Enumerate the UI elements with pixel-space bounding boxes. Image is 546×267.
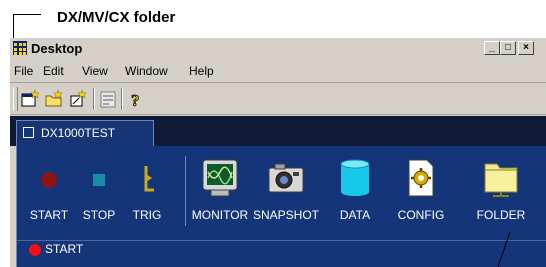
title-bar[interactable]: Desktop _ □ × bbox=[10, 38, 546, 59]
status-text: START bbox=[45, 242, 84, 256]
snapshot-label: SNAPSHOT bbox=[253, 208, 320, 222]
menu-bar: File Edit View Window Help bbox=[10, 60, 546, 83]
window-title: Desktop bbox=[31, 41, 83, 56]
panel-divider bbox=[17, 240, 546, 241]
menu-help[interactable]: Help bbox=[189, 64, 214, 78]
folder-label: FOLDER bbox=[476, 208, 526, 222]
tab-strip: DX1000TEST bbox=[10, 116, 546, 146]
folder-callout-leader bbox=[497, 232, 511, 267]
stop-icon bbox=[79, 156, 119, 200]
trig-button[interactable]: TRIG bbox=[127, 156, 167, 236]
camera-icon bbox=[263, 156, 309, 200]
config-icon bbox=[401, 156, 441, 200]
properties-icon[interactable] bbox=[98, 89, 118, 109]
menu-window[interactable]: Window bbox=[125, 64, 168, 78]
toolbar-separator bbox=[121, 88, 123, 110]
snapshot-button[interactable]: SNAPSHOT bbox=[253, 156, 319, 236]
tab-label: DX1000TEST bbox=[41, 126, 116, 140]
close-button[interactable]: × bbox=[518, 41, 534, 55]
status-dot-icon bbox=[29, 244, 41, 256]
monitor-label: MONITOR bbox=[191, 208, 249, 222]
data-button[interactable]: DATA bbox=[335, 156, 375, 236]
menu-file[interactable]: File bbox=[14, 64, 33, 78]
new-folder-icon[interactable] bbox=[44, 89, 64, 109]
start-icon bbox=[29, 156, 69, 200]
stop-button[interactable]: STOP bbox=[79, 156, 119, 236]
trig-label: TRIG bbox=[132, 208, 162, 222]
device-panel: START STOP TRIG MONITOR SNAPSHOT DATA CO… bbox=[16, 146, 546, 267]
tab-dx1000test[interactable]: DX1000TEST bbox=[16, 120, 154, 146]
minimize-button[interactable]: _ bbox=[484, 41, 500, 55]
dxmvcx-folder-icon[interactable] bbox=[13, 41, 27, 55]
toolbar-grip[interactable] bbox=[13, 87, 18, 111]
callout-leader-vertical bbox=[13, 14, 14, 40]
new-window-icon[interactable] bbox=[20, 89, 40, 109]
data-label: DATA bbox=[339, 208, 371, 222]
desktop-window: Desktop _ □ × File Edit View Window Help… bbox=[10, 38, 546, 267]
toolbar-separator bbox=[93, 88, 95, 110]
maximize-button[interactable]: □ bbox=[500, 41, 516, 55]
config-button[interactable]: CONFIG bbox=[398, 156, 444, 236]
toolbar: ? bbox=[10, 84, 546, 115]
menu-edit[interactable]: Edit bbox=[43, 64, 64, 78]
tool-separator bbox=[185, 156, 186, 226]
callout-label: DX/MV/CX folder bbox=[57, 9, 176, 26]
new-item-icon[interactable] bbox=[68, 89, 88, 109]
start-button[interactable]: START bbox=[29, 156, 69, 236]
callout-leader-horizontal bbox=[13, 14, 41, 15]
config-label: CONFIG bbox=[397, 208, 445, 222]
trig-icon bbox=[127, 156, 167, 200]
help-icon[interactable]: ? bbox=[126, 89, 146, 111]
folder-icon bbox=[479, 156, 523, 200]
menu-view[interactable]: View bbox=[82, 64, 108, 78]
svg-text:?: ? bbox=[131, 91, 140, 109]
data-cylinder-icon bbox=[335, 156, 375, 200]
callout-dxmvcx-folder: DX/MV/CX folder bbox=[13, 4, 273, 40]
tab-checkbox[interactable] bbox=[23, 127, 34, 138]
monitor-icon bbox=[197, 156, 243, 200]
folder-button[interactable]: FOLDER bbox=[477, 156, 525, 236]
monitor-button[interactable]: MONITOR bbox=[192, 156, 248, 236]
